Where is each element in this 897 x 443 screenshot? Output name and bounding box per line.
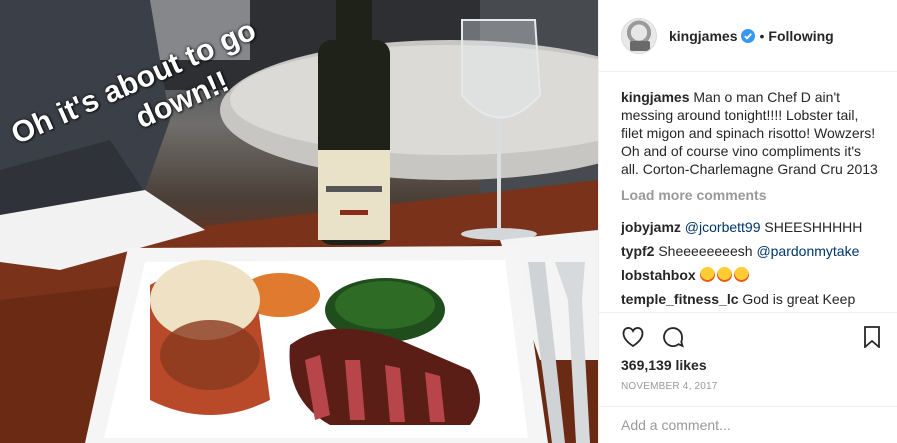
comment-item: typf2 Sheeeeeeeesh @pardonmytake — [621, 242, 881, 260]
following-button[interactable]: Following — [768, 28, 833, 44]
comment-username[interactable]: temple_fitness_lc — [621, 291, 739, 307]
comment-text: God is great Keep — [742, 291, 856, 307]
comment-text: Sheeeeeeeesh — [658, 243, 753, 259]
fire-emoji-icon — [716, 267, 732, 282]
comment-mention[interactable]: @jcorbett99 — [685, 219, 761, 235]
header-username[interactable]: kingjames — [669, 28, 737, 44]
heart-icon[interactable] — [621, 326, 645, 348]
post-date: NOVEMBER 4, 2017 — [621, 381, 718, 392]
fire-emoji-icon — [733, 267, 749, 282]
caption-username[interactable]: kingjames — [621, 89, 689, 105]
likes-count[interactable]: 369,139 likes — [621, 357, 881, 373]
load-more-comments-button[interactable]: Load more comments — [621, 186, 881, 204]
fire-emoji-icon — [699, 267, 715, 282]
comment-username[interactable]: lobstahbox — [621, 267, 696, 283]
post-caption: kingjames Man o man Chef D ain't messing… — [621, 88, 881, 178]
instagram-post: Oh it's about to go down!! kingjames • F… — [0, 0, 897, 443]
verified-badge-icon — [741, 28, 756, 43]
comment-mention[interactable]: @pardonmytake — [756, 243, 859, 259]
avatar[interactable] — [621, 17, 657, 54]
post-sidebar: kingjames • Following kingjames Man o ma… — [598, 0, 897, 443]
comment-text: SHEESHHHHH — [764, 219, 863, 235]
comment-username[interactable]: typf2 — [621, 243, 654, 259]
comment-username[interactable]: jobyjamz — [621, 219, 681, 235]
post-header: kingjames • Following — [599, 0, 897, 72]
post-actions: 369,139 likes NOVEMBER 4, 2017 — [599, 312, 897, 392]
post-photo[interactable]: Oh it's about to go down!! — [0, 0, 598, 443]
header-separator: • — [759, 27, 765, 44]
bookmark-icon[interactable] — [863, 326, 881, 348]
comment-item: lobstahbox — [621, 266, 881, 284]
add-comment-input[interactable]: Add a comment... — [599, 406, 897, 443]
comment-icon[interactable] — [661, 325, 685, 349]
comment-item: temple_fitness_lc God is great Keep — [621, 290, 881, 308]
comments-section: kingjames Man o man Chef D ain't messing… — [599, 72, 897, 314]
action-icons — [621, 319, 881, 355]
comment-item: jobyjamz @jcorbett99 SHEESHHHHH — [621, 218, 881, 236]
